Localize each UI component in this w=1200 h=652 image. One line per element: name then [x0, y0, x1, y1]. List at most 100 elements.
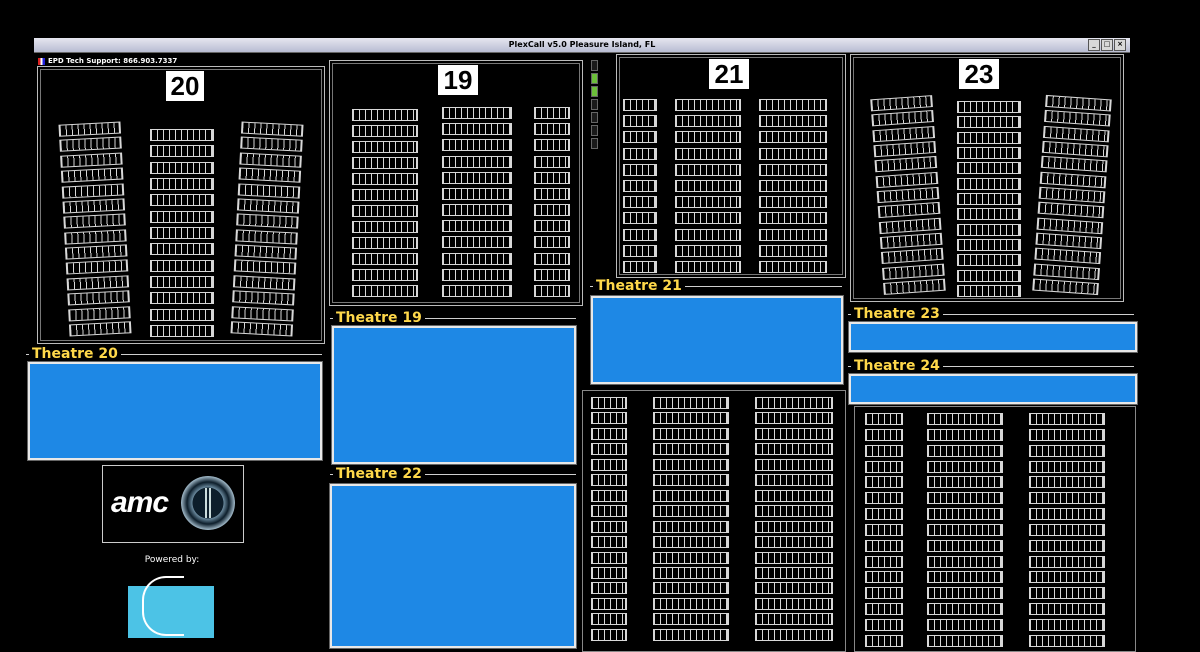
seat-row[interactable] — [653, 551, 729, 564]
seat-row[interactable] — [534, 252, 570, 265]
seat-row[interactable] — [675, 179, 741, 192]
seat-row[interactable] — [238, 167, 302, 183]
seat-section[interactable] — [957, 101, 1021, 297]
seat-row[interactable] — [150, 161, 214, 174]
seat-row[interactable] — [534, 187, 570, 200]
seat-section[interactable] — [865, 413, 903, 647]
seat-row[interactable] — [352, 141, 418, 153]
seat-row[interactable] — [231, 305, 294, 321]
seat-row[interactable] — [877, 202, 941, 219]
seat-row[interactable] — [352, 285, 418, 297]
seat-row[interactable] — [352, 237, 418, 249]
maximize-button[interactable]: □ — [1101, 39, 1113, 51]
seat-row[interactable] — [927, 539, 1003, 552]
seat-row[interactable] — [65, 259, 129, 275]
seat-row[interactable] — [957, 177, 1021, 190]
seat-row[interactable] — [653, 582, 729, 595]
seat-row[interactable] — [755, 628, 833, 641]
seat-row[interactable] — [755, 412, 833, 425]
seat-row[interactable] — [591, 582, 627, 595]
seat-row[interactable] — [957, 284, 1021, 297]
seat-row[interactable] — [653, 427, 729, 440]
seat-row[interactable] — [534, 107, 570, 119]
seat-row[interactable] — [1042, 125, 1110, 143]
seat-row[interactable] — [1029, 523, 1105, 536]
seat-row[interactable] — [927, 428, 1003, 441]
seat-row[interactable] — [623, 115, 657, 128]
seat-row[interactable] — [1033, 263, 1100, 280]
seat-row[interactable] — [1029, 492, 1105, 505]
seat-row[interactable] — [623, 212, 657, 225]
seat-row[interactable] — [352, 221, 418, 233]
seat-row[interactable] — [865, 603, 903, 616]
seat-row[interactable] — [675, 228, 741, 241]
seat-row[interactable] — [957, 238, 1021, 251]
seat-row[interactable] — [755, 551, 833, 564]
seat-row[interactable] — [865, 476, 903, 489]
seat-row[interactable] — [865, 428, 903, 441]
seat-section[interactable] — [534, 107, 570, 297]
seat-row[interactable] — [883, 278, 946, 295]
seat-row[interactable] — [865, 508, 903, 521]
seat-row[interactable] — [927, 618, 1003, 631]
seat-row[interactable] — [759, 131, 827, 144]
seat-row[interactable] — [865, 492, 903, 505]
seat-row[interactable] — [865, 523, 903, 536]
seat-row[interactable] — [879, 232, 943, 249]
seat-row[interactable] — [653, 520, 729, 533]
seat-row[interactable] — [591, 458, 627, 471]
auditorium-23-map[interactable]: 23 — [850, 54, 1124, 302]
seat-row[interactable] — [755, 505, 833, 518]
seat-row[interactable] — [591, 505, 627, 518]
seat-row[interactable] — [653, 505, 729, 518]
seat-row[interactable] — [675, 147, 741, 160]
seat-row[interactable] — [232, 290, 295, 306]
seat-row[interactable] — [150, 259, 214, 272]
theatre-19-status-panel[interactable] — [332, 326, 576, 464]
seat-row[interactable] — [1040, 156, 1108, 173]
seat-section[interactable] — [1032, 94, 1112, 296]
seat-row[interactable] — [755, 489, 833, 502]
seat-row[interactable] — [653, 613, 729, 626]
seat-row[interactable] — [865, 539, 903, 552]
seat-row[interactable] — [623, 131, 657, 144]
seat-row[interactable] — [759, 212, 827, 225]
seat-row[interactable] — [878, 217, 942, 234]
seat-row[interactable] — [865, 571, 903, 584]
seat-row[interactable] — [623, 163, 657, 176]
seat-row[interactable] — [882, 263, 945, 280]
seat-row[interactable] — [1029, 603, 1105, 616]
seat-row[interactable] — [675, 163, 741, 176]
seat-section[interactable] — [150, 129, 214, 337]
seat-row[interactable] — [759, 99, 827, 111]
seat-section[interactable] — [927, 413, 1003, 647]
seat-row[interactable] — [442, 107, 512, 119]
seat-row[interactable] — [150, 194, 214, 207]
seat-section[interactable] — [58, 121, 132, 337]
seat-row[interactable] — [237, 182, 301, 199]
seat-row[interactable] — [1045, 94, 1112, 112]
seat-row[interactable] — [1029, 539, 1105, 552]
seat-row[interactable] — [352, 109, 418, 121]
seat-row[interactable] — [591, 474, 627, 487]
seat-row[interactable] — [352, 189, 418, 201]
seat-row[interactable] — [755, 582, 833, 595]
seat-row[interactable] — [755, 520, 833, 533]
seat-row[interactable] — [957, 223, 1021, 236]
seat-row[interactable] — [957, 146, 1021, 159]
seat-row[interactable] — [865, 587, 903, 600]
seat-row[interactable] — [442, 284, 512, 297]
seat-row[interactable] — [442, 236, 512, 249]
seat-row[interactable] — [1041, 140, 1109, 158]
seat-row[interactable] — [755, 458, 833, 471]
seat-row[interactable] — [442, 187, 512, 200]
theatre-23-status-panel[interactable] — [849, 322, 1137, 352]
seat-row[interactable] — [534, 139, 570, 152]
seat-row[interactable] — [873, 140, 937, 158]
seat-row[interactable] — [442, 155, 512, 168]
seat-row[interactable] — [591, 566, 627, 579]
seat-row[interactable] — [653, 628, 729, 641]
seat-row[interactable] — [870, 95, 933, 112]
seat-row[interactable] — [623, 228, 657, 241]
seat-row[interactable] — [675, 115, 741, 128]
